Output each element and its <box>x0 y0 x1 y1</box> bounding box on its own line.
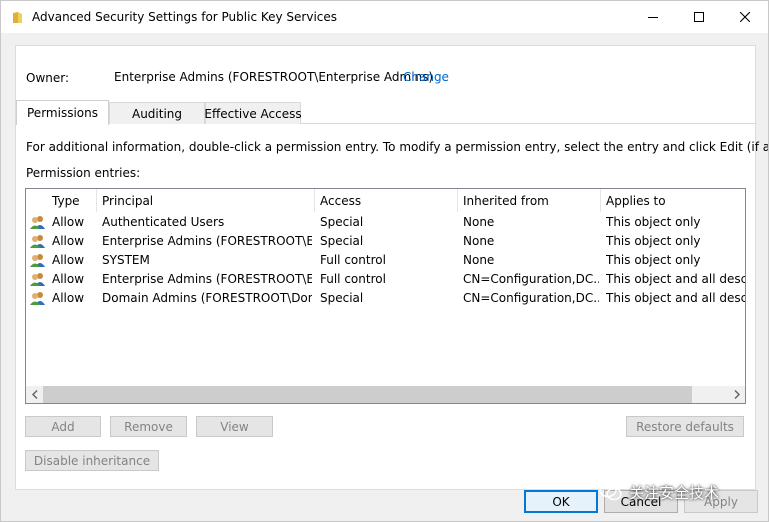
wechat-logo <box>599 482 622 501</box>
tab-auditing[interactable]: Auditing <box>109 102 205 124</box>
chevron-right-icon <box>734 390 740 399</box>
minimize-icon <box>648 17 658 18</box>
permission-entries-label: Permission entries: <box>26 166 141 180</box>
maximize-icon <box>694 12 704 22</box>
restore-defaults-label: Restore defaults <box>636 419 734 434</box>
cell-applies-to: This object and all descendant objects <box>606 291 745 305</box>
add-button[interactable]: Add <box>25 416 101 437</box>
tab-effective-access[interactable]: Effective Access <box>204 102 302 124</box>
remove-button[interactable]: Remove <box>110 416 187 437</box>
tab-auditing-label: Auditing <box>131 106 183 121</box>
change-owner-link[interactable]: Change <box>403 70 449 84</box>
column-principal[interactable]: Principal <box>102 189 153 212</box>
cell-access: Full control <box>320 272 386 286</box>
info-text: For additional information, double-click… <box>26 140 769 154</box>
cell-inherited-from: None <box>463 253 495 267</box>
column-separator[interactable] <box>600 189 601 212</box>
cell-inherited-from: None <box>463 215 495 229</box>
folder-icon <box>13 12 22 23</box>
cell-type: Allow <box>52 291 85 305</box>
close-button[interactable] <box>722 1 768 33</box>
column-type[interactable]: Type <box>52 189 80 212</box>
cell-access: Special <box>320 234 364 248</box>
disable-inheritance-label: Disable inheritance <box>33 453 151 468</box>
cell-type: Allow <box>52 215 85 229</box>
ok-button-label: OK <box>552 494 570 509</box>
cell-access: Full control <box>320 253 386 267</box>
tab-effective-access-label: Effective Access <box>204 106 302 121</box>
cell-inherited-from: CN=Configuration,DC... <box>463 272 599 286</box>
column-applies-to[interactable]: Applies to <box>606 189 666 212</box>
column-separator[interactable] <box>96 189 97 212</box>
minimize-button[interactable] <box>630 1 676 33</box>
maximize-button[interactable] <box>676 1 722 33</box>
cell-access: Special <box>320 215 364 229</box>
ok-button[interactable]: OK <box>524 490 598 513</box>
horizontal-scrollbar[interactable] <box>26 386 745 403</box>
cell-applies-to: This object only <box>606 215 701 229</box>
cell-access: Special <box>320 291 364 305</box>
owner-value: Enterprise Admins (FORESTROOT\Enterprise… <box>114 70 434 84</box>
cell-applies-to: This object only <box>606 234 701 248</box>
window-title: Advanced Security Settings for Public Ke… <box>32 10 338 24</box>
column-separator[interactable] <box>457 189 458 212</box>
remove-button-label: Remove <box>124 419 173 434</box>
chevron-left-icon <box>31 390 37 399</box>
cell-inherited-from: None <box>463 234 495 248</box>
security-settings-window: Advanced Security Settings for Public Ke… <box>0 0 769 522</box>
table-row[interactable]: Allow Authenticated Users Special None T… <box>26 213 745 232</box>
table-row[interactable]: Allow SYSTEM Full control None This obje… <box>26 251 745 270</box>
disable-inheritance-button[interactable]: Disable inheritance <box>25 450 159 471</box>
cell-inherited-from: CN=Configuration,DC... <box>463 291 599 305</box>
user-group-icon <box>30 273 45 286</box>
cell-applies-to: This object only <box>606 253 701 267</box>
cell-principal: SYSTEM <box>102 253 150 267</box>
user-group-icon <box>30 216 45 229</box>
scroll-thumb[interactable] <box>43 386 692 403</box>
owner-label: Owner: <box>26 71 70 85</box>
watermark: 关注安全技术 <box>599 480 749 504</box>
tab-permissions-label: Permissions <box>27 106 98 120</box>
restore-defaults-button[interactable]: Restore defaults <box>626 416 744 437</box>
table-row[interactable]: Allow Enterprise Admins (FORESTROOT\Ent.… <box>26 270 745 289</box>
cell-principal: Authenticated Users <box>102 215 225 229</box>
cell-type: Allow <box>52 234 85 248</box>
table-row[interactable]: Allow Enterprise Admins (FORESTROOT\Ent.… <box>26 232 745 251</box>
tab-permissions[interactable]: Permissions <box>16 100 109 125</box>
cell-principal: Enterprise Admins (FORESTROOT\Ent... <box>102 272 312 286</box>
user-group-icon <box>30 292 45 305</box>
scroll-right-button[interactable] <box>728 386 745 403</box>
user-group-icon <box>30 235 45 248</box>
list-header: Type Principal Access Inherited from App… <box>26 189 745 212</box>
user-group-icon <box>30 254 45 267</box>
view-button-label: View <box>220 419 249 434</box>
close-icon <box>740 12 750 22</box>
cell-principal: Domain Admins (FORESTROOT\Dom... <box>102 291 312 305</box>
cell-type: Allow <box>52 253 85 267</box>
title-bar[interactable]: Advanced Security Settings for Public Ke… <box>1 1 768 33</box>
cell-principal: Enterprise Admins (FORESTROOT\Ent... <box>102 234 312 248</box>
scroll-left-button[interactable] <box>26 386 43 403</box>
column-inherited-from[interactable]: Inherited from <box>463 189 549 212</box>
view-button[interactable]: View <box>196 416 273 437</box>
table-row[interactable]: Allow Domain Admins (FORESTROOT\Dom... S… <box>26 289 745 308</box>
cell-applies-to: This object and all descendant objects <box>606 272 745 286</box>
cell-type: Allow <box>52 272 85 286</box>
permission-entries-list[interactable]: Type Principal Access Inherited from App… <box>25 188 746 404</box>
add-button-label: Add <box>51 419 75 434</box>
column-access[interactable]: Access <box>320 189 361 212</box>
watermark-text: 关注安全技术 <box>629 483 720 502</box>
column-separator[interactable] <box>314 189 315 212</box>
